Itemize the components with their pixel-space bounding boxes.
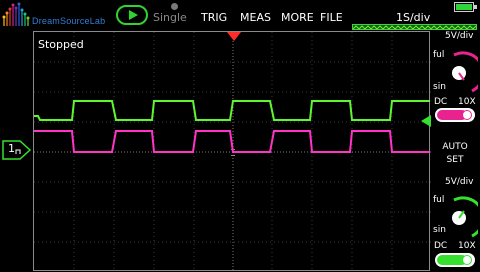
- meas-menu[interactable]: MEAS: [240, 11, 271, 24]
- waveform-display[interactable]: [33, 31, 431, 272]
- ch-top-vdiv[interactable]: 5V/div: [445, 31, 473, 41]
- ch-bottom-vdiv-knob-icon[interactable]: [448, 196, 478, 240]
- ch-top-probe[interactable]: 10X: [458, 97, 476, 107]
- trig-menu[interactable]: TRIG: [201, 11, 227, 24]
- auto-set-line2: SET: [446, 155, 464, 165]
- memory-overview-bar[interactable]: [352, 24, 477, 30]
- waveform-grid: [34, 32, 431, 272]
- channel-magenta-trace: [34, 130, 430, 153]
- ch-top-sin-label: sin: [433, 82, 446, 92]
- brand-logo: DreamSourceLab: [2, 2, 112, 28]
- ch-bottom-sin-label: sin: [433, 225, 446, 235]
- channel1-offset-marker[interactable]: 1: [2, 140, 32, 160]
- more-menu[interactable]: MORE: [281, 11, 314, 24]
- trigger-level-icon[interactable]: [421, 115, 431, 127]
- top-toolbar: DreamSourceLab Single TRIG MEAS MORE FIL…: [0, 0, 480, 30]
- brand-name: DreamSourceLab: [32, 16, 106, 26]
- file-menu[interactable]: FILE: [320, 11, 343, 24]
- single-indicator-icon: [171, 3, 178, 10]
- auto-set-line1: AUTO: [442, 142, 468, 152]
- channel1-label: 1: [8, 142, 15, 155]
- channel-green-trace: [34, 100, 430, 121]
- play-icon: [129, 10, 138, 20]
- ch-bottom-enable-toggle[interactable]: [435, 253, 475, 267]
- timebase-label[interactable]: 1S/div: [396, 11, 430, 24]
- ch-top-ful-label: ful: [433, 50, 445, 60]
- auto-set-button[interactable]: AUTO SET: [438, 141, 472, 167]
- run-stop-button[interactable]: [116, 5, 148, 25]
- ch-top-coupling[interactable]: DC: [434, 97, 447, 107]
- dsl-logo-icon: [2, 2, 30, 26]
- battery-icon: [454, 2, 477, 12]
- channel-marker-icon: [2, 140, 32, 160]
- ch-top-enable-toggle[interactable]: [435, 108, 475, 122]
- ch-bottom-coupling[interactable]: DC: [434, 241, 447, 251]
- trigger-position-icon[interactable]: [227, 32, 241, 42]
- single-button[interactable]: Single: [153, 11, 187, 24]
- ch-bottom-vdiv[interactable]: 5V/div: [445, 177, 473, 187]
- ch-bottom-probe[interactable]: 10X: [458, 241, 476, 251]
- ch-top-vdiv-knob-icon[interactable]: [448, 51, 478, 95]
- acquisition-status: Stopped: [38, 38, 84, 51]
- ch-bottom-ful-label: ful: [433, 195, 445, 205]
